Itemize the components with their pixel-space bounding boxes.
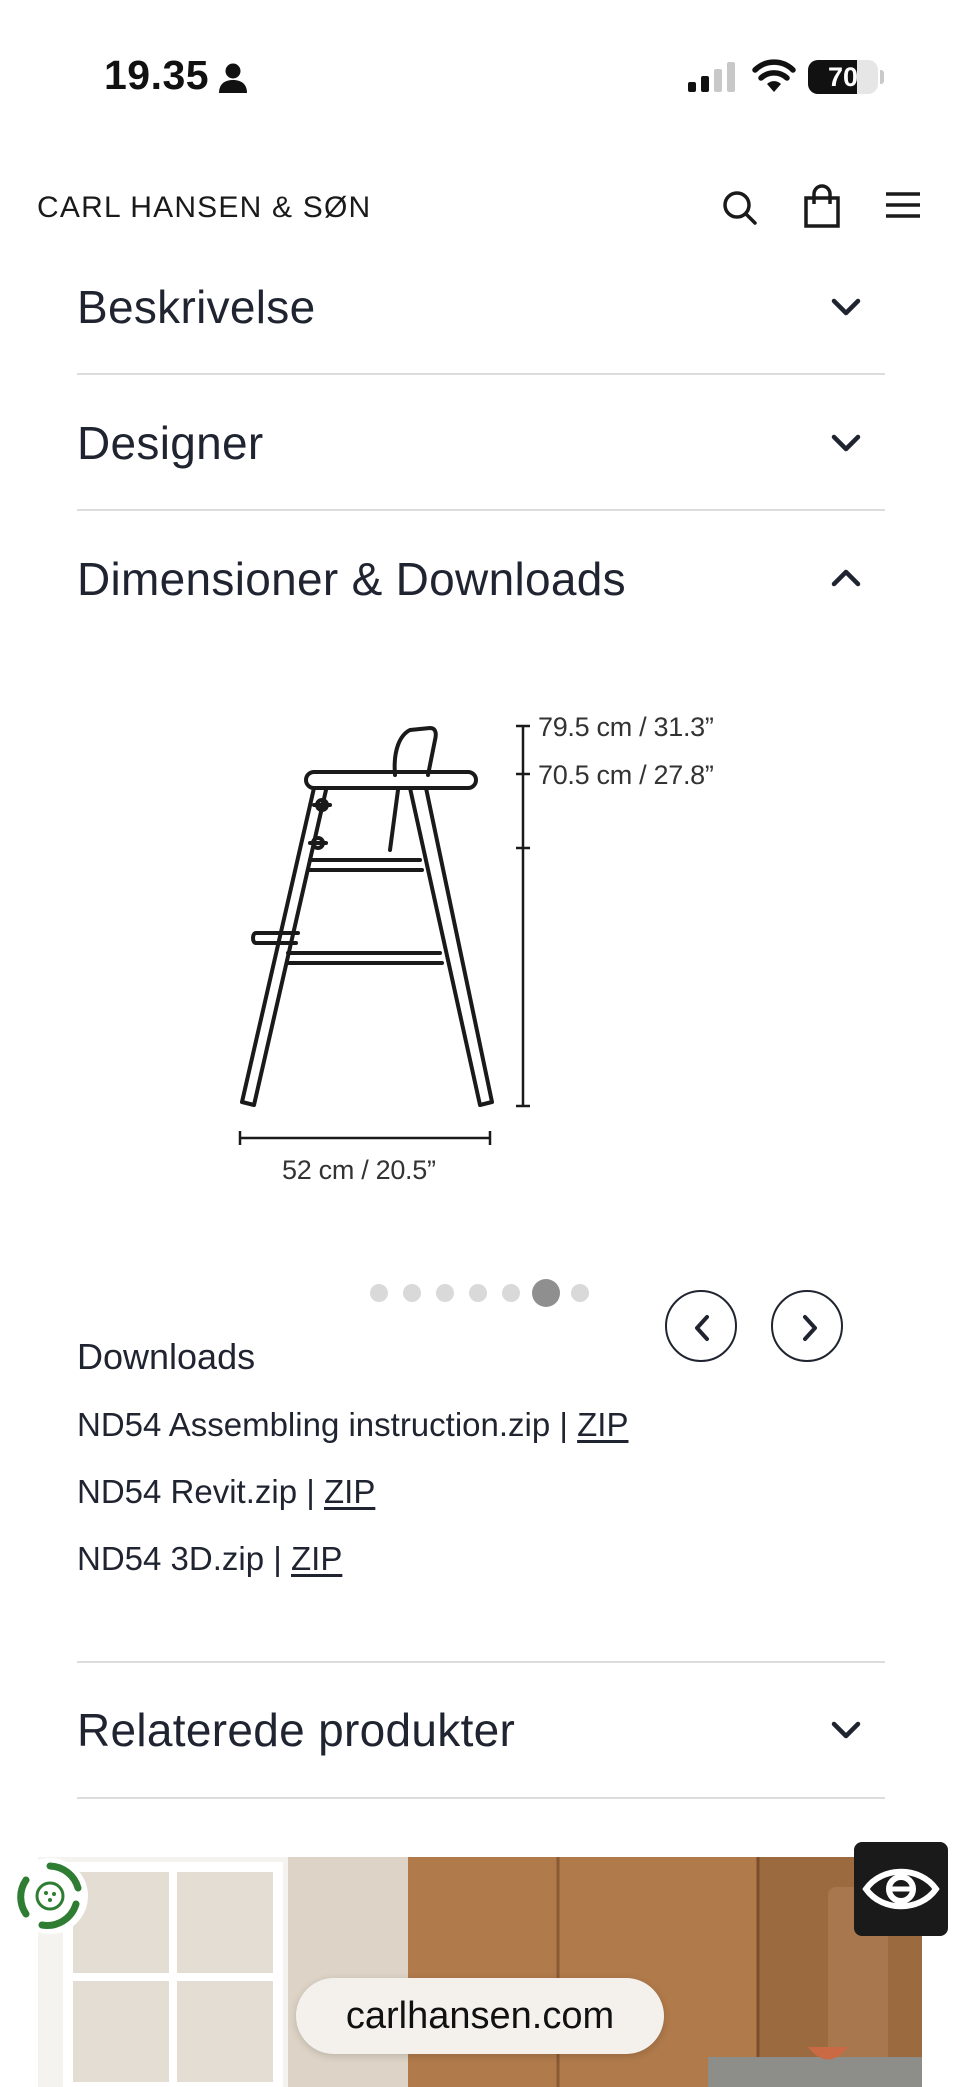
accordion-relaterede-produkter[interactable]: Relaterede produkter	[77, 1703, 515, 1757]
download-zip-link[interactable]: ZIP	[291, 1540, 342, 1577]
chevron-down-icon[interactable]	[826, 1715, 866, 1745]
battery-tip	[880, 70, 884, 84]
battery-level: 70	[827, 62, 859, 92]
carousel-dot[interactable]	[469, 1284, 487, 1302]
download-filename: ND54 3D.zip	[77, 1540, 265, 1577]
battery-indicator: 70	[808, 60, 878, 94]
download-row: ND54 3D.zip | ZIP	[77, 1540, 342, 1578]
download-zip-link[interactable]: ZIP	[324, 1473, 375, 1510]
download-separator: |	[264, 1540, 291, 1577]
divider	[77, 373, 885, 375]
chevron-down-icon[interactable]	[826, 428, 866, 458]
accordion-beskrivelse[interactable]: Beskrivelse	[77, 280, 316, 334]
search-icon[interactable]	[720, 186, 760, 230]
status-time: 19.35	[104, 52, 210, 98]
brand-logo[interactable]: CARL HANSEN & SØN	[37, 191, 371, 225]
eco-recycle-badge[interactable]	[12, 1858, 88, 1934]
downloads-heading: Downloads	[77, 1336, 256, 1377]
shopping-bag-icon[interactable]	[802, 184, 842, 228]
person-icon	[219, 63, 247, 93]
chevron-up-icon[interactable]	[826, 563, 866, 593]
download-filename: ND54 Revit.zip	[77, 1473, 298, 1510]
eye-icon	[862, 1868, 940, 1910]
dimension-height-total: 79.5 cm / 31.3”	[538, 712, 714, 742]
download-zip-link[interactable]: ZIP	[577, 1406, 628, 1443]
accordion-dimensioner-downloads[interactable]: Dimensioner & Downloads	[77, 552, 626, 606]
height-dimension-line	[516, 724, 530, 1108]
recycle-icon	[17, 1862, 82, 1929]
width-dimension-line	[238, 1131, 492, 1145]
chevron-right-icon	[803, 1315, 817, 1341]
carousel-next-button[interactable]	[771, 1290, 843, 1362]
download-row: ND54 Assembling instruction.zip | ZIP	[77, 1406, 628, 1444]
site-url-pill: carlhansen.com	[296, 1978, 664, 2054]
dimension-width: 52 cm / 20.5”	[282, 1155, 436, 1185]
accordion-designer[interactable]: Designer	[77, 416, 264, 470]
divider	[77, 1797, 885, 1799]
signal-icon	[688, 62, 735, 92]
download-row: ND54 Revit.zip | ZIP	[77, 1473, 375, 1511]
carousel-dot[interactable]	[502, 1284, 520, 1302]
chevron-left-icon	[695, 1315, 709, 1341]
download-separator: |	[550, 1406, 578, 1443]
wifi-icon	[752, 59, 796, 92]
carousel-dot-active[interactable]	[532, 1279, 560, 1307]
carousel-dot[interactable]	[571, 1284, 589, 1302]
carousel-dot[interactable]	[403, 1284, 421, 1302]
menu-icon[interactable]	[884, 186, 924, 230]
download-filename: ND54 Assembling instruction.zip	[77, 1406, 551, 1443]
chevron-down-icon[interactable]	[826, 292, 866, 322]
accessibility-eye-button[interactable]	[854, 1842, 948, 1936]
download-separator: |	[297, 1473, 324, 1510]
carousel-prev-button[interactable]	[665, 1290, 737, 1362]
divider	[77, 1661, 885, 1663]
divider	[77, 509, 885, 511]
dimension-height-seat: 70.5 cm / 27.8”	[538, 760, 714, 790]
carousel-dot[interactable]	[370, 1284, 388, 1302]
carousel-dot[interactable]	[436, 1284, 454, 1302]
